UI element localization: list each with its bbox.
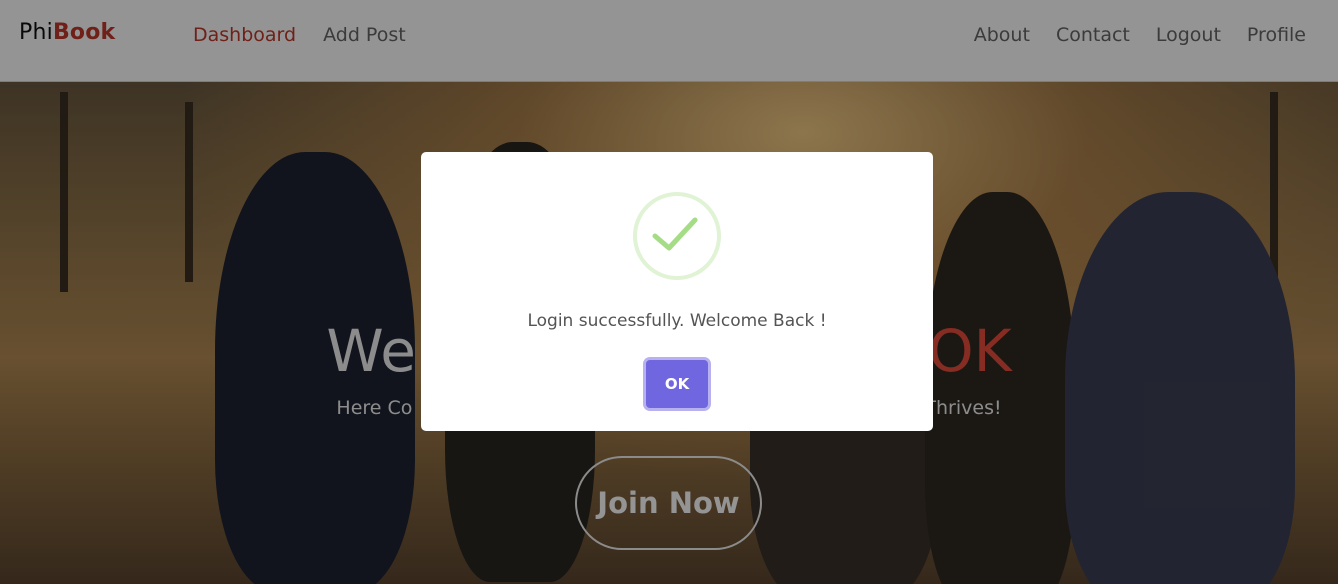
ok-button[interactable]: OK (646, 360, 708, 408)
success-check-icon (633, 192, 721, 280)
modal-message: Login successfully. Welcome Back ! (527, 311, 827, 331)
login-success-modal: Login successfully. Welcome Back ! OK (421, 152, 933, 431)
check-mark-icon (652, 217, 698, 251)
